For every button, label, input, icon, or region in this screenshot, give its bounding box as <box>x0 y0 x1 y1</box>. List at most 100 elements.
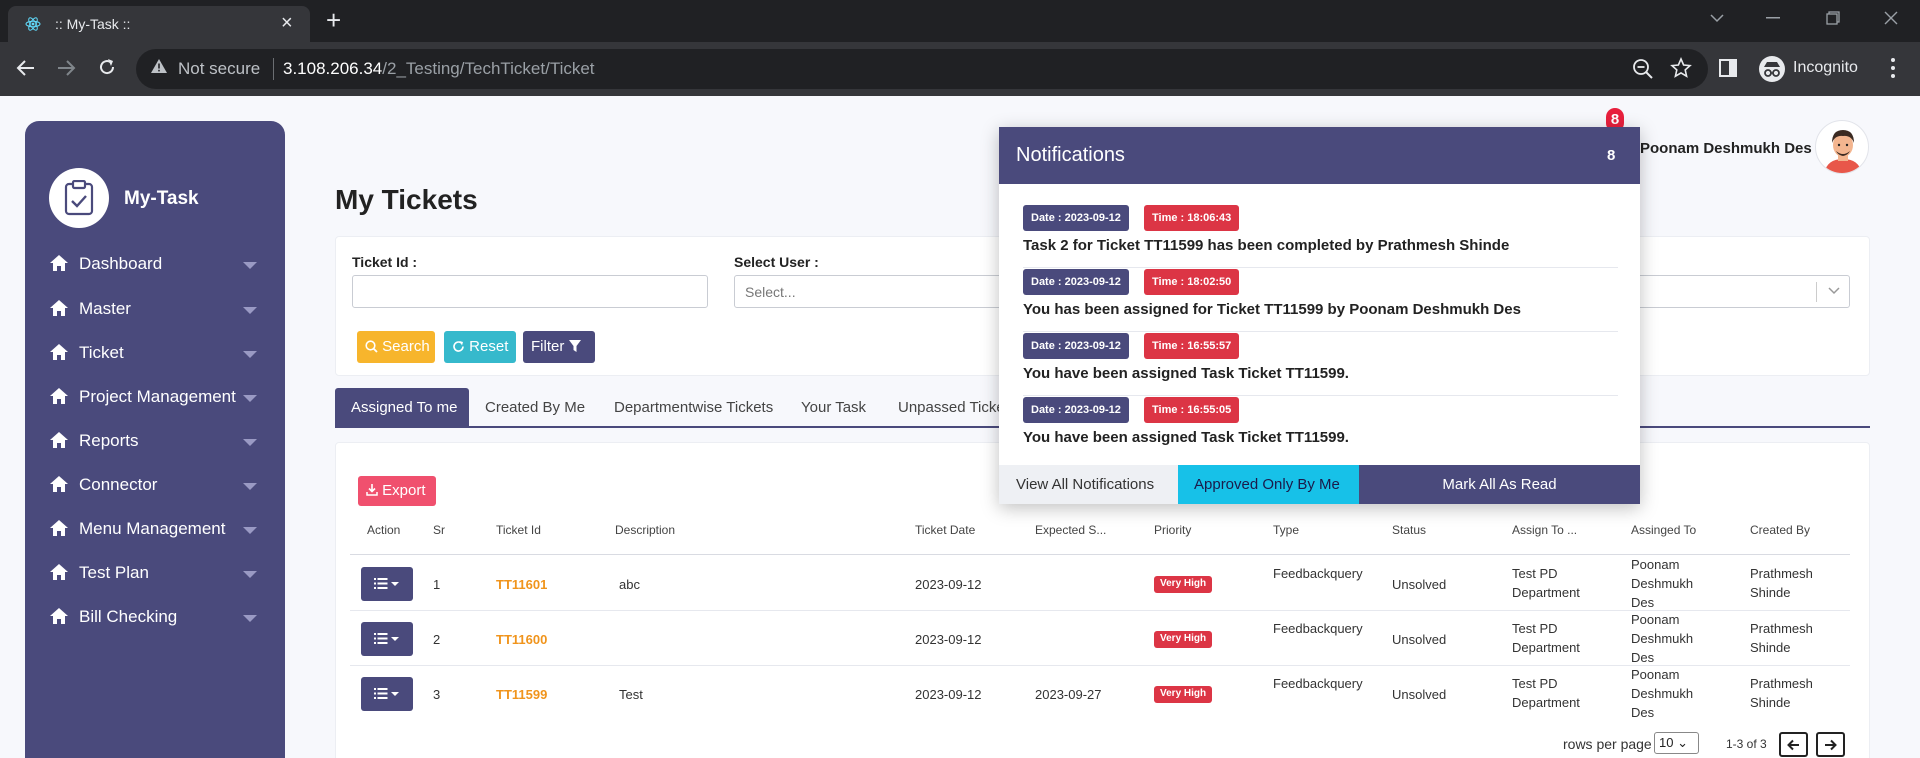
restore-icon[interactable] <box>1826 11 1840 25</box>
row-action-button[interactable] <box>361 677 413 711</box>
cell-type: Feedbackquery <box>1273 566 1363 581</box>
export-button[interactable]: Export <box>358 476 436 506</box>
notification-date-badge: Date : 2023-09-12 <box>1023 397 1129 423</box>
priority-badge: Very High <box>1154 631 1213 648</box>
approved-only-by-me-button[interactable]: Approved Only By Me <box>1178 465 1359 504</box>
react-favicon-icon <box>25 17 41 31</box>
tab-your-task[interactable]: Your Task <box>785 388 882 426</box>
zoom-icon[interactable] <box>1632 58 1654 80</box>
filter-button[interactable]: Filter <box>523 331 595 363</box>
next-page-button[interactable] <box>1816 732 1845 757</box>
notification-date-badge: Date : 2023-09-12 <box>1023 205 1129 231</box>
caret-down-icon <box>243 615 257 622</box>
search-button[interactable]: Search <box>357 331 435 363</box>
browser-tab[interactable]: :: My-Task :: × <box>8 6 310 42</box>
page-title: My Tickets <box>335 184 478 215</box>
column-header-ticket-id[interactable]: Ticket Id <box>496 523 541 537</box>
home-icon <box>50 255 68 271</box>
new-tab-icon[interactable]: + <box>326 5 341 35</box>
sidebar-item-master[interactable]: Master <box>50 294 260 324</box>
sidebar-item-ticket[interactable]: Ticket <box>50 338 260 368</box>
column-header-sr[interactable]: Sr <box>433 523 445 537</box>
column-header-ticket-date[interactable]: Ticket Date <box>915 523 975 537</box>
rows-per-page-label: rows per page <box>1563 736 1652 752</box>
close-window-icon[interactable] <box>1884 11 1898 25</box>
column-header-assigned-to[interactable]: Assinged To <box>1631 523 1696 537</box>
sidebar-item-test-plan[interactable]: Test Plan <box>50 558 260 588</box>
close-tab-icon[interactable]: × <box>281 13 293 33</box>
cell-assigned-to: Poonam Deshmukh Des <box>1631 557 1694 610</box>
cell-expected: 2023-09-27 <box>1035 687 1102 702</box>
sidebar-item-bill-checking[interactable]: Bill Checking <box>50 602 260 632</box>
minimize-icon[interactable] <box>1766 17 1780 19</box>
notification-time-badge: Time : 18:06:43 <box>1144 205 1240 231</box>
notification-date-badge: Date : 2023-09-12 <box>1023 269 1129 295</box>
rows-per-page-select[interactable]: 10 ⌄ <box>1654 732 1699 754</box>
user-name[interactable]: Poonam Deshmukh Des <box>1640 140 1812 157</box>
list-icon <box>374 633 399 644</box>
notification-item[interactable]: Date : 2023-09-12 Time : 16:55:05 You ha… <box>1023 397 1618 460</box>
caret-down-icon <box>243 527 257 534</box>
mark-all-as-read-button[interactable]: Mark All As Read <box>1359 465 1640 504</box>
home-icon <box>50 344 68 360</box>
side-panel-icon[interactable] <box>1718 58 1738 78</box>
cell-ticket-date: 2023-09-12 <box>915 687 982 702</box>
column-header-description[interactable]: Description <box>615 523 675 537</box>
warning-icon[interactable] <box>150 58 168 74</box>
sidebar-item-dashboard[interactable]: Dashboard <box>50 249 260 279</box>
column-header-priority[interactable]: Priority <box>1154 523 1191 537</box>
row-action-button[interactable] <box>361 622 413 656</box>
sidebar-item-label: Menu Management <box>79 519 226 538</box>
notification-message: You have been assigned Task Ticket TT115… <box>1023 365 1349 382</box>
sidebar-item-reports[interactable]: Reports <box>50 426 260 456</box>
notification-item[interactable]: Date : 2023-09-12 Time : 18:06:43 Task 2… <box>1023 205 1618 268</box>
not-secure-label[interactable]: Not secure <box>178 59 260 79</box>
notification-item[interactable]: Date : 2023-09-12 Time : 18:02:50 You ha… <box>1023 269 1618 332</box>
back-arrow-icon[interactable] <box>16 58 36 78</box>
column-header-type[interactable]: Type <box>1273 523 1299 537</box>
ticket-id-input[interactable] <box>352 275 708 308</box>
sidebar-item-menu-management[interactable]: Menu Management <box>50 514 260 544</box>
tab-assigned-to-me[interactable]: Assigned To me <box>335 388 469 426</box>
tab-search-chevron-icon[interactable] <box>1710 13 1724 23</box>
chevron-down-icon[interactable] <box>1828 287 1840 295</box>
filter-button-label: Filter <box>531 338 565 355</box>
cell-ticket-id-link[interactable]: TT11599 <box>496 685 547 704</box>
logo[interactable] <box>49 168 109 228</box>
row-action-button[interactable] <box>361 567 413 601</box>
view-all-notifications-button[interactable]: View All Notifications <box>999 465 1178 504</box>
sidebar-item-project-management[interactable]: Project Management <box>50 382 260 412</box>
sidebar-item-label: Ticket <box>79 343 124 362</box>
column-header-status[interactable]: Status <box>1392 523 1426 537</box>
url-text[interactable]: 3.108.206.34/2_Testing/TechTicket/Ticket <box>283 59 595 79</box>
filter-icon <box>568 340 581 352</box>
forward-arrow-icon[interactable] <box>56 58 76 78</box>
select-user-placeholder: Select... <box>745 284 796 300</box>
column-header-action[interactable]: Action <box>367 523 400 537</box>
star-icon[interactable] <box>1670 57 1692 79</box>
sidebar-item-label: Project Management <box>79 387 236 406</box>
cell-status: Unsolved <box>1392 632 1447 647</box>
column-header-assign-to-dept[interactable]: Assign To ... <box>1512 523 1577 537</box>
tab-departmentwise-tickets[interactable]: Departmentwise Tickets <box>598 388 789 426</box>
column-header-created-by[interactable]: Created By <box>1750 523 1810 537</box>
home-icon <box>50 608 68 624</box>
caret-down-icon <box>243 351 257 358</box>
home-icon <box>50 300 68 316</box>
tab-created-by-me[interactable]: Created By Me <box>469 388 601 426</box>
sidebar-item-connector[interactable]: Connector <box>50 470 260 500</box>
cell-ticket-id-link[interactable]: TT11601 <box>496 575 547 594</box>
incognito-label: Incognito <box>1793 59 1858 76</box>
reset-button[interactable]: Reset <box>444 331 516 363</box>
cell-created-by: Prathmesh Shinde <box>1750 621 1813 655</box>
notification-message: You have been assigned Task Ticket TT115… <box>1023 429 1349 446</box>
previous-page-button[interactable] <box>1779 732 1808 757</box>
column-header-expected[interactable]: Expected S... <box>1035 523 1106 537</box>
row-divider <box>350 610 1850 611</box>
notification-item[interactable]: Date : 2023-09-12 Time : 16:55:57 You ha… <box>1023 333 1618 396</box>
notifications-header: Notifications 8 <box>999 127 1640 184</box>
reload-icon[interactable] <box>97 57 117 77</box>
menu-dots-icon[interactable] <box>1890 57 1896 79</box>
avatar[interactable] <box>1815 120 1869 174</box>
cell-ticket-id-link[interactable]: TT11600 <box>496 630 547 649</box>
